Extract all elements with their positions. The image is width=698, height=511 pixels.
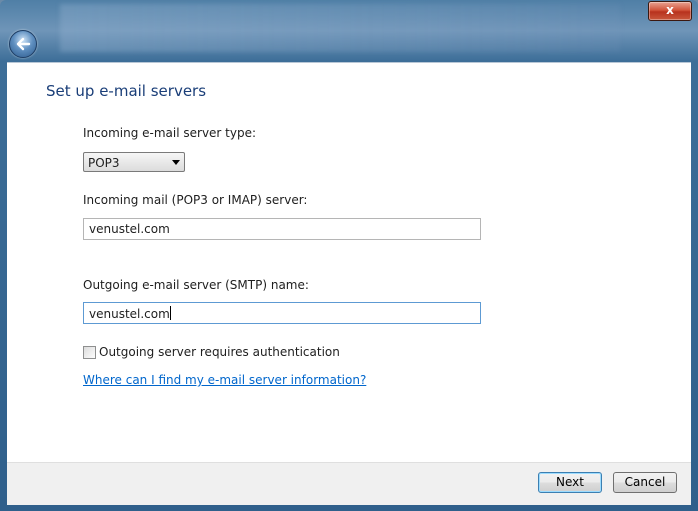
outgoing-server-label: Outgoing e-mail server (SMTP) name: [83, 278, 309, 292]
wizard-window: x Set up e-mail servers Incoming e-mail … [0, 0, 698, 511]
outgoing-server-value-wrap: venustel.com [89, 306, 171, 321]
server-info-help-link[interactable]: Where can I find my e-mail server inform… [83, 373, 366, 387]
back-button[interactable] [9, 30, 37, 58]
close-icon: x [666, 3, 674, 17]
chevron-down-icon [172, 160, 180, 165]
back-arrow-icon [16, 37, 31, 51]
page-title: Set up e-mail servers [46, 82, 207, 100]
wizard-content: Set up e-mail servers Incoming e-mail se… [7, 62, 691, 463]
outgoing-server-field[interactable]: venustel.com [83, 302, 481, 324]
incoming-type-label: Incoming e-mail server type: [83, 126, 257, 140]
incoming-type-value: POP3 [88, 156, 120, 170]
incoming-server-value: venustel.com [89, 222, 170, 236]
titlebar-background [60, 4, 620, 52]
incoming-type-select[interactable]: POP3 [83, 152, 185, 172]
cancel-button[interactable]: Cancel [613, 472, 677, 493]
incoming-server-label: Incoming mail (POP3 or IMAP) server: [83, 193, 308, 207]
outgoing-server-value: venustel.com [89, 307, 170, 321]
next-button[interactable]: Next [538, 472, 602, 493]
wizard-footer: Next Cancel [7, 462, 691, 505]
text-caret [169, 306, 171, 320]
close-button[interactable]: x [648, 1, 692, 21]
auth-checkbox[interactable] [83, 346, 96, 359]
incoming-server-field[interactable]: venustel.com [83, 218, 481, 240]
auth-checkbox-label[interactable]: Outgoing server requires authentication [99, 345, 340, 359]
